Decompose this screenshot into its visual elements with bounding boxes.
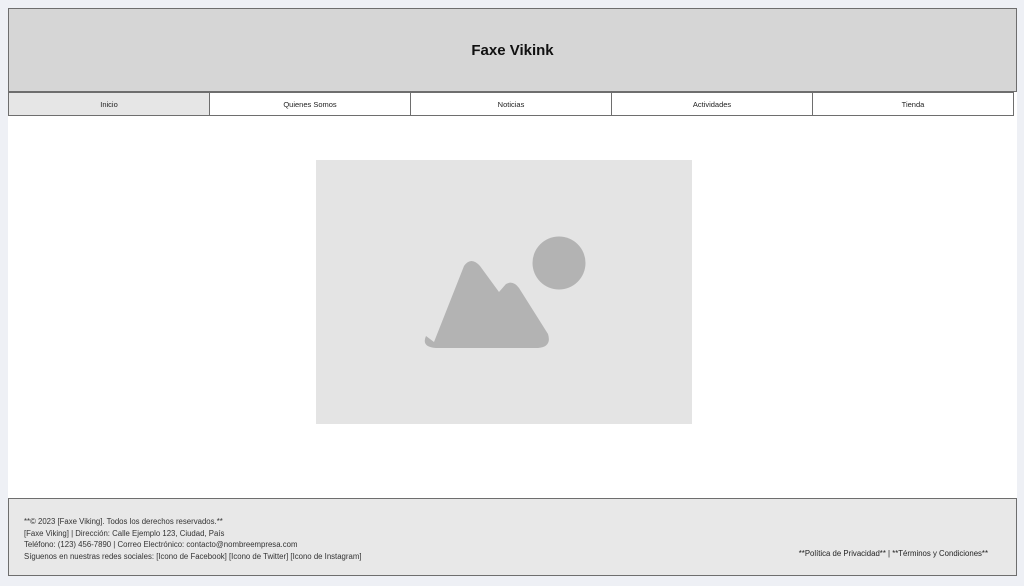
nav-item-noticias[interactable]: Noticias <box>410 92 612 116</box>
main-content <box>8 116 1017 498</box>
image-placeholder-icon <box>424 236 586 348</box>
footer-social: Síguenos en nuestras redes sociales: [Ic… <box>24 551 362 561</box>
nav-item-inicio[interactable]: Inicio <box>8 92 210 116</box>
footer-contact: Teléfono: (123) 456-7890 | Correo Electr… <box>24 540 298 550</box>
sun-shape <box>532 236 586 290</box>
mountain-shape <box>424 261 549 348</box>
site-title: Faxe Vikink <box>471 41 554 59</box>
footer-info: **© 2023 [Faxe Viking]. Todos los derech… <box>24 516 362 562</box>
footer-legal-links[interactable]: **Política de Privacidad** | **Términos … <box>799 549 988 558</box>
main-nav: Inicio Quienes Somos Noticias Actividade… <box>8 92 1014 116</box>
nav-item-tienda[interactable]: Tienda <box>812 92 1014 116</box>
site-header: Faxe Vikink <box>8 8 1017 92</box>
nav-item-quienes-somos[interactable]: Quienes Somos <box>209 92 411 116</box>
hero-image <box>316 160 692 424</box>
footer-address: [Faxe Viking] | Dirección: Calle Ejemplo… <box>24 528 225 538</box>
site-footer: **© 2023 [Faxe Viking]. Todos los derech… <box>8 498 1017 576</box>
footer-copyright: **© 2023 [Faxe Viking]. Todos los derech… <box>24 517 223 526</box>
nav-item-actividades[interactable]: Actividades <box>611 92 813 116</box>
page: Faxe Vikink Inicio Quienes Somos Noticia… <box>8 8 1017 576</box>
